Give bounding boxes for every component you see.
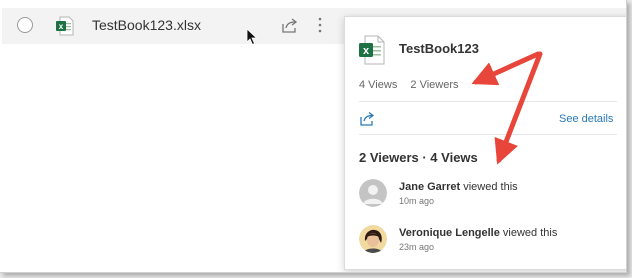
- annotation-arrows: [471, 51, 543, 165]
- screenshot-frame: x TestBook123.xlsx x TestBook123 4 Views…: [0, 0, 627, 273]
